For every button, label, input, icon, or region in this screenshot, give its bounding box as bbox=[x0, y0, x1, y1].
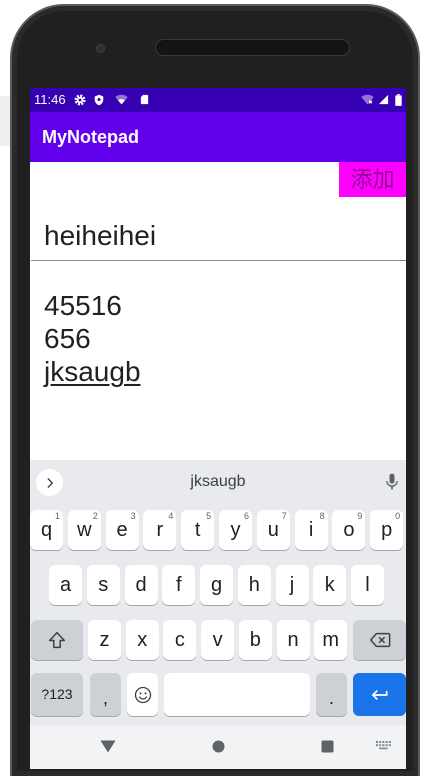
key-label: j bbox=[289, 574, 295, 596]
wifi-off-icon bbox=[361, 94, 374, 105]
backspace-key[interactable] bbox=[353, 620, 406, 660]
comma-key[interactable]: , bbox=[90, 673, 121, 716]
key-x[interactable]: x bbox=[125, 620, 159, 660]
key-label: a bbox=[59, 574, 72, 596]
title-input[interactable]: heiheihei bbox=[30, 214, 406, 262]
wifi-question-icon bbox=[115, 94, 128, 105]
shift-icon bbox=[48, 631, 66, 649]
key-hint: 8 bbox=[319, 511, 325, 521]
front-camera bbox=[96, 44, 105, 53]
key-hint: 1 bbox=[54, 511, 60, 521]
key-hint: 9 bbox=[357, 511, 363, 521]
space-key[interactable] bbox=[164, 673, 310, 716]
key-s[interactable]: s bbox=[86, 565, 120, 605]
key-p[interactable]: p0 bbox=[370, 510, 404, 550]
key-a[interactable]: a bbox=[49, 565, 82, 605]
key-w[interactable]: w2 bbox=[67, 510, 101, 550]
keyboard-switch-icon[interactable] bbox=[376, 741, 391, 752]
comma-key-label: , bbox=[102, 688, 108, 708]
key-c[interactable]: c bbox=[163, 620, 197, 660]
back-icon[interactable] bbox=[100, 740, 116, 753]
emoji-key[interactable] bbox=[127, 673, 158, 716]
key-hint: 7 bbox=[281, 511, 287, 521]
key-label: v bbox=[212, 629, 223, 651]
suggestion-chip[interactable]: jksaugb bbox=[150, 460, 286, 504]
key-hint: 0 bbox=[395, 511, 401, 521]
key-hint: 3 bbox=[130, 511, 136, 521]
content-line: 656 bbox=[44, 323, 91, 354]
key-label: l bbox=[365, 574, 370, 596]
symbols-key-label: ?123 bbox=[41, 686, 73, 702]
key-v[interactable]: v bbox=[201, 620, 235, 660]
key-f[interactable]: f bbox=[162, 565, 196, 605]
period-key[interactable]: . bbox=[316, 673, 347, 716]
period-key-label: . bbox=[328, 688, 334, 708]
key-hint: 4 bbox=[168, 511, 174, 521]
key-r[interactable]: r4 bbox=[143, 510, 177, 550]
key-h[interactable]: h bbox=[237, 565, 271, 605]
key-t[interactable]: t5 bbox=[181, 510, 215, 550]
chevron-right-icon bbox=[47, 477, 53, 488]
sd-card-icon bbox=[140, 94, 149, 105]
navigation-bar bbox=[30, 725, 406, 769]
mic-icon[interactable] bbox=[382, 472, 402, 492]
key-u[interactable]: u7 bbox=[256, 510, 290, 550]
key-label: m bbox=[322, 629, 340, 651]
key-m[interactable]: m bbox=[314, 620, 348, 660]
key-label: s bbox=[98, 574, 109, 596]
content-line: 45516 bbox=[44, 290, 122, 321]
key-label: h bbox=[248, 574, 260, 596]
app-title: MyNotepad bbox=[42, 127, 140, 147]
enter-icon bbox=[371, 689, 387, 700]
key-hint: 6 bbox=[243, 511, 249, 521]
key-label: c bbox=[174, 629, 185, 651]
key-i[interactable]: i8 bbox=[294, 510, 328, 550]
shield-icon bbox=[94, 94, 104, 106]
key-label: n bbox=[287, 629, 299, 651]
status-time: 11:46 bbox=[34, 92, 66, 107]
status-bar: 11:46 bbox=[30, 88, 406, 112]
backspace-icon bbox=[369, 632, 390, 648]
gear-icon bbox=[74, 94, 86, 106]
key-y[interactable]: y6 bbox=[219, 510, 252, 550]
key-z[interactable]: z bbox=[88, 620, 121, 660]
shift-key[interactable] bbox=[31, 620, 83, 660]
key-g[interactable]: g bbox=[200, 565, 233, 605]
composing-word: jksaugb bbox=[44, 356, 141, 387]
key-e[interactable]: e3 bbox=[105, 510, 139, 550]
title-input-underline bbox=[31, 260, 406, 261]
keyboard-toolbar-button[interactable] bbox=[36, 469, 63, 496]
cell-signal-icon bbox=[378, 94, 389, 105]
title-input-text: heiheihei bbox=[44, 220, 157, 251]
recents-icon[interactable] bbox=[321, 740, 334, 753]
key-o[interactable]: o9 bbox=[332, 510, 366, 550]
add-button[interactable]: 添加 bbox=[339, 162, 406, 197]
key-label: x bbox=[137, 629, 148, 651]
enter-key[interactable] bbox=[353, 673, 406, 716]
app-bar: MyNotepad bbox=[30, 112, 406, 162]
key-l[interactable]: l bbox=[351, 565, 384, 605]
symbols-key[interactable]: ?123 bbox=[31, 673, 83, 716]
key-b[interactable]: b bbox=[238, 620, 272, 660]
speaker-grill bbox=[155, 39, 350, 56]
key-label: g bbox=[210, 574, 223, 596]
key-j[interactable]: j bbox=[275, 565, 309, 605]
key-label: f bbox=[175, 574, 182, 596]
key-label: d bbox=[135, 574, 147, 596]
key-hint: 5 bbox=[206, 511, 212, 521]
soft-keyboard: jksaugb q1w2e3r4t5y6u7i8o9p0 a s d f g h j k l z x c… bbox=[30, 460, 406, 725]
key-label: k bbox=[324, 574, 335, 596]
key-q[interactable]: q1 bbox=[30, 510, 63, 550]
key-d[interactable]: d bbox=[124, 565, 158, 605]
content-input[interactable]: 45516 656 jksaugb bbox=[30, 284, 406, 454]
key-label: z bbox=[99, 629, 110, 651]
home-icon[interactable] bbox=[212, 740, 225, 753]
emoji-icon bbox=[134, 686, 151, 703]
device-screen: 11:46 MyNotepad 添加 heiheihei 45516 656 j… bbox=[30, 88, 406, 769]
battery-icon bbox=[395, 94, 402, 106]
key-label: b bbox=[249, 629, 261, 651]
key-k[interactable]: k bbox=[313, 565, 347, 605]
key-n[interactable]: n bbox=[276, 620, 310, 660]
key-hint: 2 bbox=[92, 511, 98, 521]
